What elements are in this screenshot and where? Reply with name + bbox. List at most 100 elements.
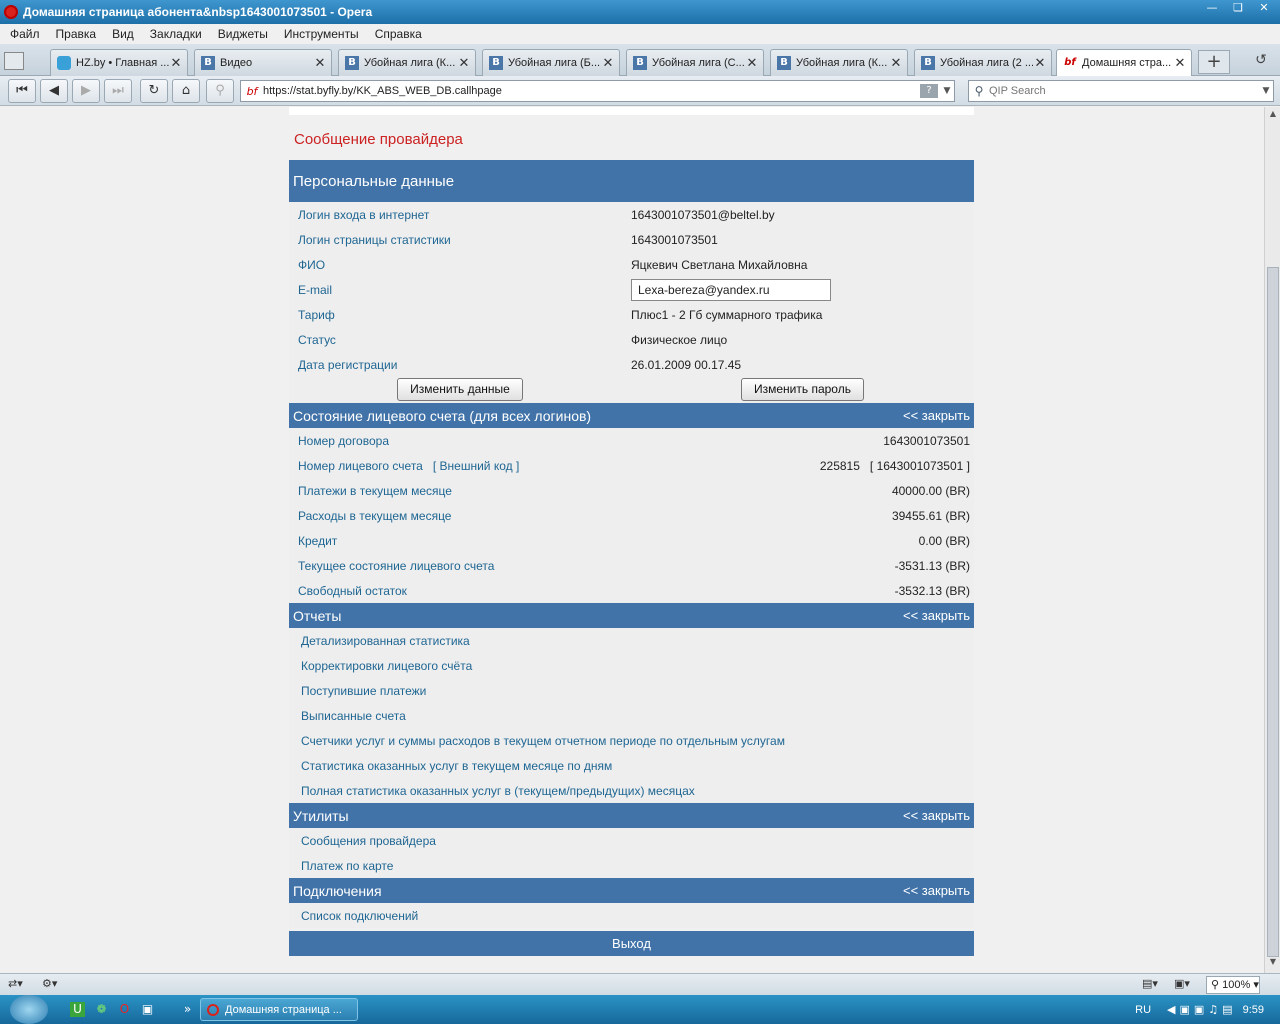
zoom-control[interactable]: ⚲ 100% ▾ (1206, 976, 1260, 994)
tab-close-icon[interactable]: ✕ (457, 56, 471, 71)
opera-quicklaunch-icon[interactable]: O (117, 1002, 132, 1017)
tab-close-icon[interactable]: ✕ (745, 56, 759, 71)
byfly-favicon-icon: bf (246, 84, 258, 98)
icq-icon[interactable]: ❁ (94, 1002, 109, 1017)
reports-close-link[interactable]: << закрыть (903, 608, 970, 623)
back-button[interactable]: ◀ (40, 79, 68, 103)
view-mode-icon[interactable]: ▣▾ (1174, 977, 1190, 990)
tab-close-icon[interactable]: ✕ (1173, 56, 1187, 71)
personal-data-header: Персональные данные (289, 160, 974, 202)
tab-bar: HZ.by • Главная ... ✕ B Видео ✕ B Убойна… (0, 44, 1280, 76)
report-link[interactable]: Выписанные счета (289, 703, 974, 728)
menu-file[interactable]: Файл (10, 27, 40, 41)
tab[interactable]: B Убойная лига (Б... ✕ (482, 49, 620, 76)
menu-help[interactable]: Справка (375, 27, 422, 41)
tab[interactable]: B Видео ✕ (194, 49, 332, 76)
search-dropdown-icon[interactable]: ▼ (1259, 86, 1273, 96)
reload-button[interactable]: ↻ (140, 79, 168, 103)
panel-toggle-button[interactable] (4, 52, 24, 70)
account-close-link[interactable]: << закрыть (903, 408, 970, 423)
scroll-down-icon[interactable]: ▼ (1265, 957, 1280, 971)
connections-close-link[interactable]: << закрыть (903, 883, 970, 898)
tab-close-icon[interactable]: ✕ (601, 56, 615, 71)
account-number-label: Номер лицевого счета [ Внешний код ] (289, 459, 519, 473)
tab-active[interactable]: bf Домашняя стра... ✕ (1056, 49, 1192, 76)
field-value: 26.01.2009 00.17.45 (631, 357, 742, 372)
maximize-button[interactable]: ❏ (1226, 0, 1250, 16)
utorrent-icon[interactable]: U (70, 1002, 85, 1017)
scroll-thumb[interactable] (1267, 267, 1279, 957)
report-link[interactable]: Полная статистика оказанных услуг в (тек… (289, 778, 974, 803)
address-dropdown-icon[interactable]: ▼ (940, 86, 954, 96)
wand-button[interactable]: ⚲ (206, 79, 234, 103)
account-header: Состояние лицевого счета (для всех логин… (289, 403, 974, 428)
tab[interactable]: B Убойная лига (К... ✕ (338, 49, 476, 76)
tab-close-icon[interactable]: ✕ (313, 56, 327, 71)
tab-label: Видео (220, 57, 253, 69)
search-input[interactable] (989, 85, 1259, 97)
field-value: 40000.00 (BR) (891, 483, 970, 498)
report-link[interactable]: Корректировки лицевого счёта (289, 653, 974, 678)
report-link[interactable]: Поступившие платежи (289, 678, 974, 703)
report-link[interactable]: Статистика оказанных услуг в текущем мес… (289, 753, 974, 778)
rewind-button[interactable]: ⏮ (8, 79, 36, 103)
tab[interactable]: HZ.by • Главная ... ✕ (50, 49, 188, 76)
report-link[interactable]: Детализированная статистика (289, 628, 974, 653)
close-window-button[interactable]: ✕ (1252, 0, 1276, 16)
new-tab-button[interactable]: + (1198, 50, 1230, 74)
logout-button[interactable]: Выход (289, 931, 974, 956)
home-button[interactable]: ⌂ (172, 79, 200, 103)
site-info-icon[interactable]: ? (920, 84, 938, 98)
account-row: Расходы в текущем месяце 39455.61 (BR) (289, 503, 974, 528)
network2-icon[interactable]: ▣ (1194, 1003, 1204, 1016)
fast-forward-button[interactable]: ⏭ (104, 79, 132, 103)
menu-edit[interactable]: Правка (56, 27, 97, 41)
menu-tools[interactable]: Инструменты (284, 27, 359, 41)
address-field[interactable]: bf https://stat.byfly.by/KK_ABS_WEB_DB.c… (240, 80, 955, 102)
tray-expand-icon[interactable]: ◀ (1167, 1003, 1175, 1016)
volume-icon[interactable]: ♫ (1208, 1003, 1218, 1016)
sync-icon[interactable]: ⇄▾ (8, 977, 23, 990)
more-quicklaunch-icon[interactable]: » (180, 1002, 195, 1017)
external-code-link[interactable]: [ Внешний код ] (433, 459, 519, 473)
field-value: 1643001073501@beltel.by (631, 207, 775, 222)
language-indicator[interactable]: RU (1135, 1004, 1151, 1016)
tab-close-icon[interactable]: ✕ (169, 56, 183, 71)
vertical-scrollbar[interactable]: ▲ ▼ (1264, 107, 1280, 973)
change-password-button[interactable]: Изменить пароль (741, 378, 864, 401)
utility-link[interactable]: Сообщения провайдера (289, 828, 974, 853)
turbo-icon[interactable]: ⚙▾ (42, 977, 57, 990)
media-player-icon[interactable]: ▣ (140, 1002, 155, 1017)
page-tools-icon[interactable]: ▤▾ (1142, 977, 1158, 990)
provider-message-link[interactable]: Сообщение провайдера (289, 115, 974, 160)
menu-widgets[interactable]: Виджеты (218, 27, 268, 41)
usb-icon[interactable]: ▤ (1222, 1003, 1232, 1016)
report-link[interactable]: Счетчики услуг и суммы расходов в текуще… (289, 728, 974, 753)
page-content: Сообщение провайдера Персональные данные… (289, 107, 974, 956)
scroll-up-icon[interactable]: ▲ (1265, 109, 1280, 123)
search-field[interactable]: ⚲ ▼ (968, 80, 1274, 102)
field-label: Тариф (298, 307, 335, 322)
personal-buttons: Изменить данные Изменить пароль (289, 377, 974, 403)
tab-close-icon[interactable]: ✕ (1033, 56, 1047, 71)
forward-button[interactable]: ▶ (72, 79, 100, 103)
change-data-button[interactable]: Изменить данные (397, 378, 523, 401)
utilities-header: Утилиты << закрыть (289, 803, 974, 828)
menu-bookmarks[interactable]: Закладки (150, 27, 202, 41)
tab[interactable]: B Убойная лига (С... ✕ (626, 49, 764, 76)
email-field[interactable]: Lexa-bereza@yandex.ru (631, 278, 831, 301)
minimize-button[interactable]: — (1200, 0, 1224, 16)
start-button[interactable] (10, 995, 48, 1024)
menu-view[interactable]: Вид (112, 27, 134, 41)
utility-link[interactable]: Платеж по карте (289, 853, 974, 878)
network-icon[interactable]: ▣ (1179, 1003, 1189, 1016)
connection-link[interactable]: Список подключений (289, 903, 974, 928)
utilities-close-link[interactable]: << закрыть (903, 808, 970, 823)
hz-favicon-icon (57, 56, 71, 70)
tab[interactable]: B Убойная лига (К... ✕ (770, 49, 908, 76)
address-url[interactable]: https://stat.byfly.by/KK_ABS_WEB_DB.call… (263, 85, 920, 97)
tab[interactable]: B Убойная лига (2 ... ✕ (914, 49, 1052, 76)
taskbar-opera-window[interactable]: Домашняя страница ... (200, 998, 358, 1021)
closed-tabs-icon[interactable]: ↺ (1250, 52, 1272, 72)
tab-close-icon[interactable]: ✕ (889, 56, 903, 71)
